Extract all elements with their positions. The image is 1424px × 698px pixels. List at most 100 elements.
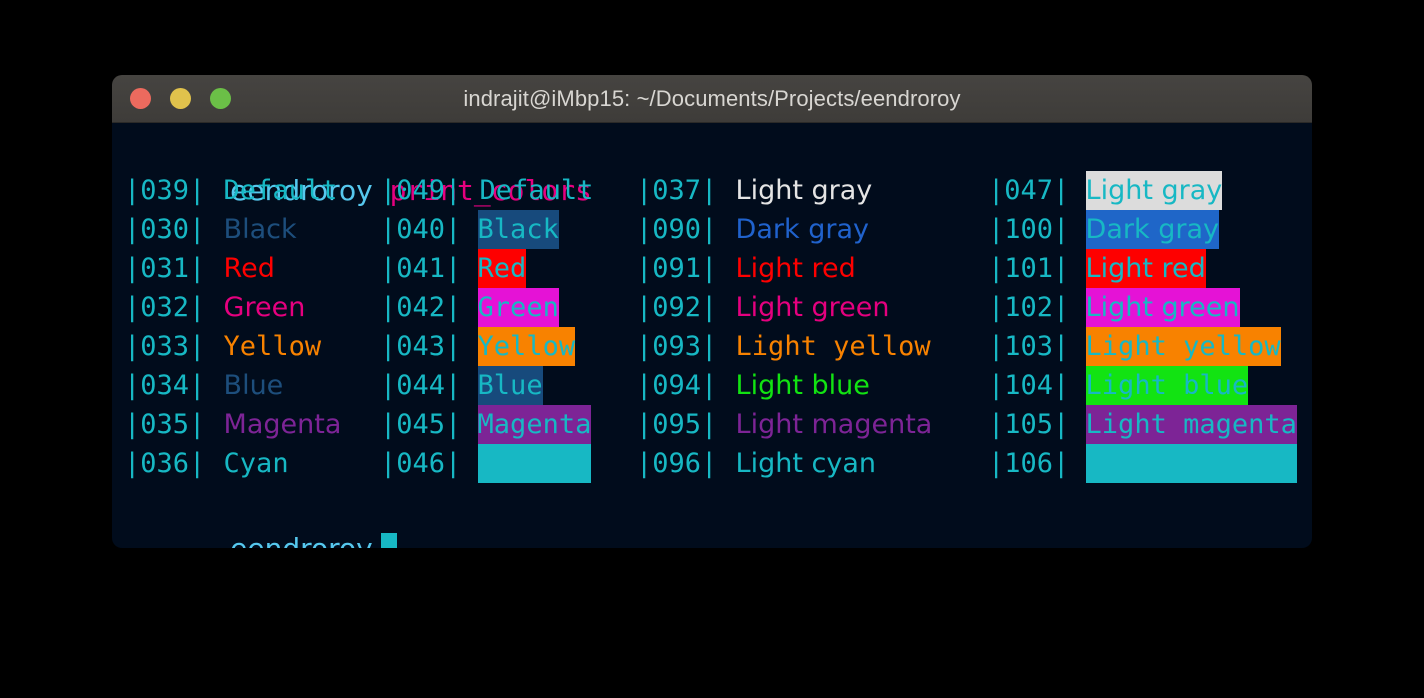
color-entry: |090| Dark gray bbox=[636, 210, 871, 249]
color-code: |092| bbox=[636, 292, 718, 323]
color-swatch-label: Magenta bbox=[477, 405, 592, 444]
color-table-row: |031| Red |041| Red |091| Light red |101| L… bbox=[118, 249, 1312, 288]
color-entry: |104| Light blue bbox=[988, 366, 1249, 405]
color-entry: |041| Red bbox=[380, 249, 527, 288]
color-label: Light cyan bbox=[735, 448, 876, 479]
color-code: |047| bbox=[988, 175, 1070, 206]
color-label: Cyan bbox=[223, 448, 289, 479]
color-entry: |049| Default bbox=[380, 171, 595, 210]
color-label: Magenta bbox=[223, 409, 342, 440]
color-code: |042| bbox=[380, 292, 462, 323]
color-entry: |036| Cyan bbox=[124, 444, 291, 483]
color-entry: |037| Light gray bbox=[636, 171, 874, 210]
color-code: |045| bbox=[380, 409, 462, 440]
color-entry: |039| Default bbox=[124, 171, 339, 210]
color-entry: |043| Yellow bbox=[380, 327, 576, 366]
color-label: Light red bbox=[735, 253, 856, 284]
color-table-row: |039| Default |049| Default |037| Light gr… bbox=[118, 171, 1312, 210]
color-label: Dark gray bbox=[735, 214, 869, 245]
color-entry: |092| Light green bbox=[636, 288, 892, 327]
color-table: |039| Default |049| Default |037| Light gr… bbox=[112, 171, 1312, 483]
color-code: |043| bbox=[380, 331, 462, 362]
color-code: |105| bbox=[988, 409, 1070, 440]
color-swatch-label: Light red bbox=[1085, 249, 1206, 288]
color-entry: |033| Yellow bbox=[124, 327, 323, 366]
window-controls bbox=[130, 75, 231, 122]
color-code: |033| bbox=[124, 331, 206, 362]
minimize-window-button[interactable] bbox=[170, 88, 191, 109]
color-swatch-label: Light gray bbox=[1085, 171, 1223, 210]
color-swatch-label: Light blue bbox=[1085, 366, 1249, 405]
color-code: |032| bbox=[124, 292, 206, 323]
color-code: |103| bbox=[988, 331, 1070, 362]
color-entry: |047| Light gray bbox=[988, 171, 1223, 210]
color-code: |094| bbox=[636, 370, 718, 401]
color-code: |046| bbox=[380, 448, 462, 479]
title-bar[interactable]: indrajit@iMbp15: ~/Documents/Projects/ee… bbox=[112, 75, 1312, 123]
color-swatch-label: Light green bbox=[1085, 288, 1240, 327]
color-swatch-label: Red bbox=[477, 249, 527, 288]
color-entry: |031| Red bbox=[124, 249, 277, 288]
color-entry: |100| Dark gray bbox=[988, 210, 1219, 249]
color-entry: |032| Green bbox=[124, 288, 307, 327]
color-label: Default bbox=[479, 175, 594, 206]
color-label: Light gray bbox=[735, 175, 873, 206]
color-entry: |044| Blue bbox=[380, 366, 543, 405]
color-entry: |094| Light blue bbox=[636, 366, 872, 405]
close-window-button[interactable] bbox=[130, 88, 151, 109]
color-code: |102| bbox=[988, 292, 1070, 323]
color-swatch-label: Dark gray bbox=[1085, 210, 1219, 249]
color-code: |031| bbox=[124, 253, 206, 284]
color-label: Yellow bbox=[223, 331, 322, 362]
color-code: |096| bbox=[636, 448, 718, 479]
color-entry: |106| bbox=[988, 444, 1297, 483]
color-code: |030| bbox=[124, 214, 206, 245]
color-swatch-label: Light yellow bbox=[1085, 327, 1281, 366]
color-code: |100| bbox=[988, 214, 1070, 245]
color-code: |036| bbox=[124, 448, 206, 479]
color-code: |034| bbox=[124, 370, 206, 401]
color-entry: |096| Light cyan bbox=[636, 444, 878, 483]
color-swatch-label: Light magenta bbox=[1085, 405, 1297, 444]
color-table-row: |030| Black |040| Black |090| Dark gray |10… bbox=[118, 210, 1312, 249]
color-table-row: |032| Green |042| Green |092| Light green |… bbox=[118, 288, 1312, 327]
color-label: Light yellow bbox=[735, 331, 931, 362]
prompt-line[interactable]: eendroroy bbox=[112, 483, 1312, 548]
color-entry: |101| Light red bbox=[988, 249, 1206, 288]
color-code: |040| bbox=[380, 214, 462, 245]
color-label: Light magenta bbox=[735, 409, 933, 440]
color-label: Default bbox=[223, 175, 338, 206]
color-code: |091| bbox=[636, 253, 718, 284]
maximize-window-button[interactable] bbox=[210, 88, 231, 109]
color-entry: |045| Magenta bbox=[380, 405, 592, 444]
color-entry: |040| Black bbox=[380, 210, 559, 249]
color-label: Black bbox=[223, 214, 297, 245]
color-entry: |091| Light red bbox=[636, 249, 858, 288]
color-table-row: |034| Blue |044| Blue |094| Light blue |104… bbox=[118, 366, 1312, 405]
color-entry: |105| Light magenta bbox=[988, 405, 1297, 444]
color-label: Light green bbox=[735, 292, 890, 323]
terminal-window[interactable]: indrajit@iMbp15: ~/Documents/Projects/ee… bbox=[112, 75, 1312, 548]
color-entry: |042| Green bbox=[380, 288, 559, 327]
color-entry: |034| Blue bbox=[124, 366, 285, 405]
color-table-row: |033| Yellow |043| Yellow |093| Light yell… bbox=[118, 327, 1312, 366]
window-title: indrajit@iMbp15: ~/Documents/Projects/ee… bbox=[463, 85, 961, 111]
color-code: |044| bbox=[380, 370, 462, 401]
shell-prompt-user: eendroroy bbox=[230, 532, 373, 548]
color-code: |035| bbox=[124, 409, 206, 440]
color-swatch-label: Blue bbox=[477, 366, 543, 405]
color-code: |095| bbox=[636, 409, 718, 440]
color-entry: |093| Light yellow bbox=[636, 327, 933, 366]
color-code: |037| bbox=[636, 175, 718, 206]
color-entry: |103| Light yellow bbox=[988, 327, 1281, 366]
color-table-row: |036| Cyan |046| |096| Light cyan |106| bbox=[118, 444, 1312, 483]
color-label: Light blue bbox=[735, 370, 870, 401]
color-entry: |046| bbox=[380, 444, 592, 483]
terminal-body[interactable]: eendroroy print_colors |039| Default |049… bbox=[112, 123, 1312, 548]
color-code: |104| bbox=[988, 370, 1070, 401]
color-swatch-label: Yellow bbox=[477, 327, 576, 366]
command-line: eendroroy print_colors bbox=[112, 131, 1312, 207]
color-table-row: |035| Magenta |045| Magenta |095| Light ma… bbox=[118, 405, 1312, 444]
color-code: |106| bbox=[988, 448, 1070, 479]
color-label: Red bbox=[223, 253, 275, 284]
